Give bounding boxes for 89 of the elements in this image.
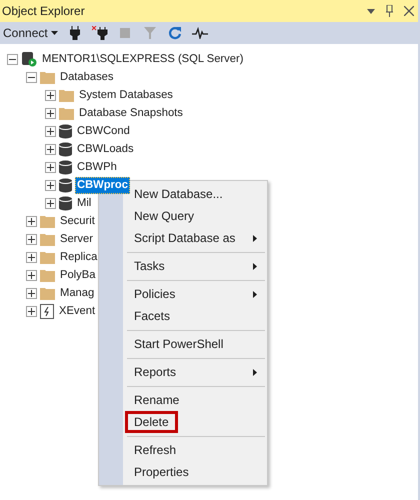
database-icon <box>59 124 72 138</box>
stop-icon <box>120 28 130 38</box>
menu-item[interactable]: Facets <box>134 309 257 323</box>
tree-item[interactable]: Database Snapshots <box>77 104 185 122</box>
plug-icon <box>70 26 80 40</box>
activity-button[interactable] <box>192 25 208 41</box>
server-icon <box>21 51 37 67</box>
tree-item[interactable]: System Databases <box>77 86 175 104</box>
event-icon <box>40 304 54 318</box>
filter-icon <box>144 27 156 39</box>
tree-item[interactable]: Replica <box>58 248 100 266</box>
dropdown-icon[interactable] <box>367 8 375 14</box>
plug-x-icon <box>92 26 108 40</box>
database-icon <box>59 178 72 192</box>
plus-icon <box>47 146 54 152</box>
plus-icon <box>28 218 35 224</box>
expand-button[interactable] <box>45 180 56 190</box>
menu-item[interactable]: Properties <box>134 465 257 479</box>
plus-icon <box>47 164 54 170</box>
activity-icon <box>192 27 208 39</box>
tree-item[interactable]: CBWproc <box>75 176 130 194</box>
collapse-button[interactable] <box>7 54 18 64</box>
connect-button[interactable]: Connect <box>3 26 58 40</box>
menu-item[interactable]: Script Database as <box>134 231 253 245</box>
expand-button[interactable] <box>26 306 37 316</box>
plus-icon <box>47 128 54 134</box>
refresh-button[interactable] <box>166 25 183 41</box>
menu-item[interactable]: Refresh <box>134 443 257 457</box>
menu-item[interactable]: Rename <box>134 393 257 407</box>
menu-item[interactable]: Tasks <box>134 259 253 273</box>
tree-item[interactable]: PolyBa <box>58 266 98 284</box>
folder-icon <box>40 250 55 264</box>
plus-icon <box>47 110 54 116</box>
tree-item[interactable]: CBWCond <box>75 122 132 140</box>
expand-button[interactable] <box>45 162 56 172</box>
folder-icon <box>59 88 74 102</box>
tree-item[interactable]: Server <box>58 230 95 248</box>
folder-icon <box>59 106 74 120</box>
pin-icon[interactable] <box>385 5 394 17</box>
folder-icon <box>40 70 55 84</box>
folder-icon <box>40 268 55 282</box>
menu-item[interactable]: Start PowerShell <box>134 337 257 351</box>
submenu-arrow-icon <box>253 368 257 376</box>
menu-item[interactable]: Delete <box>125 411 178 433</box>
tree-item[interactable]: Mil <box>75 194 94 212</box>
folder-icon <box>40 286 55 300</box>
menu-item[interactable]: New Query <box>134 209 257 223</box>
expand-button[interactable] <box>45 198 56 208</box>
expand-button[interactable] <box>45 90 56 100</box>
folder-icon <box>40 214 55 228</box>
disconnect-button[interactable] <box>92 25 108 41</box>
menu-item[interactable]: Reports <box>134 365 253 379</box>
tree-item[interactable]: Securit <box>58 212 97 230</box>
tree-item[interactable]: MENTOR1\SQLEXPRESS (SQL Server) <box>40 50 246 68</box>
plus-icon <box>47 200 54 206</box>
plus-icon <box>28 290 35 296</box>
submenu-arrow-icon <box>253 234 257 242</box>
plus-icon <box>28 236 35 242</box>
plus-icon <box>28 254 35 260</box>
database-icon <box>59 160 72 174</box>
folder-icon <box>40 232 55 246</box>
plus-icon <box>28 272 35 278</box>
expand-button[interactable] <box>26 288 37 298</box>
submenu-arrow-icon <box>253 262 257 270</box>
database-icon <box>59 142 72 156</box>
tree-item[interactable]: XEvent <box>57 302 98 320</box>
expand-button[interactable] <box>45 108 56 118</box>
caret-icon <box>50 31 58 35</box>
menu-item[interactable]: New Database... <box>134 187 257 201</box>
submenu-arrow-icon <box>253 290 257 298</box>
menu-item[interactable]: Policies <box>134 287 253 301</box>
expand-button[interactable] <box>26 234 37 244</box>
expand-button[interactable] <box>45 144 56 154</box>
expand-button[interactable] <box>26 252 37 262</box>
panel-title: Object Explorer <box>2 4 86 18</box>
refresh-icon <box>168 26 182 40</box>
tree-item[interactable]: Databases <box>58 68 116 86</box>
plus-icon <box>47 92 54 98</box>
expand-button[interactable] <box>26 270 37 280</box>
collapse-button[interactable] <box>26 72 37 82</box>
close-icon[interactable] <box>404 6 414 16</box>
tree-item[interactable]: Manag <box>58 284 96 302</box>
tree-item[interactable]: CBWLoads <box>75 140 136 158</box>
tree-item[interactable]: CBWPh <box>75 158 119 176</box>
expand-button[interactable] <box>26 216 37 226</box>
plus-icon <box>28 308 35 314</box>
plus-icon <box>47 182 54 188</box>
database-icon <box>59 196 72 210</box>
expand-button[interactable] <box>45 126 56 136</box>
